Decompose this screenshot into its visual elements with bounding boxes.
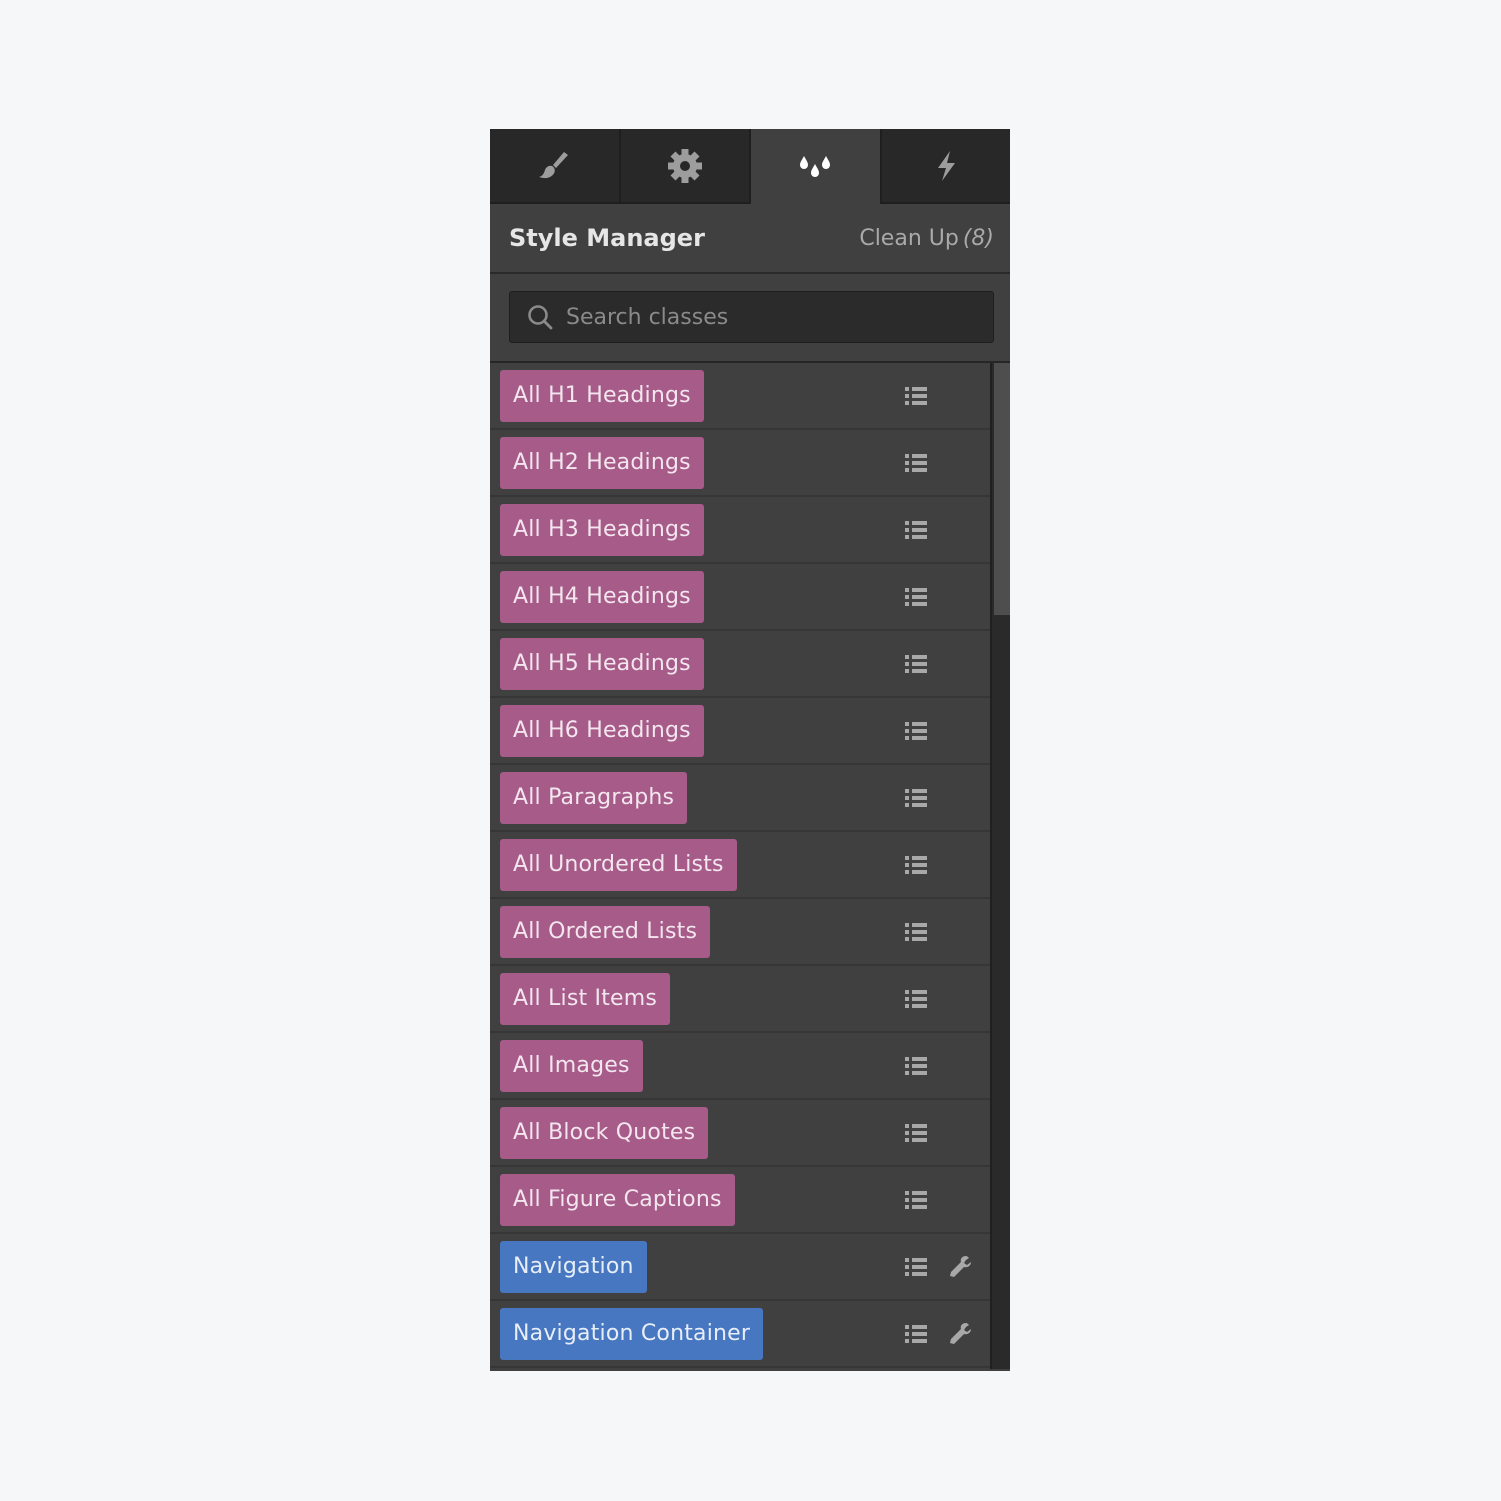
row-actions (902, 966, 930, 1031)
class-tag-combo[interactable]: Navigation (500, 1240, 647, 1293)
list-icon[interactable] (902, 985, 930, 1013)
class-row: Navigation (490, 1234, 990, 1301)
class-tag-element[interactable]: All Figure Captions (500, 1173, 735, 1226)
wrench-icon[interactable] (946, 1253, 974, 1281)
list-icon[interactable] (902, 650, 930, 678)
row-actions (902, 832, 930, 897)
list-icon[interactable] (902, 583, 930, 611)
class-tag-element[interactable]: All H1 Headings (500, 369, 704, 422)
row-actions (902, 1167, 930, 1232)
class-row: All H3 Headings (490, 497, 990, 564)
scrollbar-track[interactable] (990, 363, 1010, 1369)
list-icon[interactable] (902, 516, 930, 544)
row-actions (902, 1301, 974, 1366)
row-actions (902, 497, 930, 562)
class-tag-element[interactable]: All H2 Headings (500, 436, 704, 489)
clean-up-count: (8) (962, 225, 994, 251)
class-tag-element[interactable]: All H5 Headings (500, 637, 704, 690)
search-area (490, 274, 1010, 363)
class-row: All Unordered Lists (490, 832, 990, 899)
tab-interactions[interactable] (881, 129, 1010, 204)
list-icon[interactable] (902, 1253, 930, 1281)
lightning-icon (937, 150, 955, 181)
style-manager-panel: Style Manager Clean Up(8) All H1 Heading… (490, 129, 1010, 1371)
clean-up-button[interactable]: Clean Up (8) (859, 226, 994, 251)
scrollbar-thumb[interactable] (994, 363, 1010, 615)
row-actions (902, 1234, 974, 1299)
class-row: All Ordered Lists (490, 899, 990, 966)
list-icon[interactable] (902, 1186, 930, 1214)
class-row: All H2 Headings (490, 430, 990, 497)
panel-header: Style Manager Clean Up (8) (490, 204, 1010, 274)
class-tag-element[interactable]: All Images (500, 1039, 643, 1092)
search-classes-input[interactable] (564, 303, 968, 331)
search-box[interactable] (509, 291, 994, 343)
row-actions (902, 765, 930, 830)
class-tag-element[interactable]: All H3 Headings (500, 503, 704, 556)
search-icon (528, 305, 553, 330)
gear-icon (667, 148, 702, 183)
droplets-icon (800, 155, 831, 177)
class-row: Navigation Container (490, 1301, 990, 1368)
class-row: All Figure Captions (490, 1167, 990, 1234)
class-tag-element[interactable]: All H6 Headings (500, 704, 704, 757)
row-actions (902, 1033, 930, 1098)
class-row: All H4 Headings (490, 564, 990, 631)
row-actions (902, 363, 930, 428)
list-icon[interactable] (902, 918, 930, 946)
list-icon[interactable] (902, 382, 930, 410)
class-tag-element[interactable]: All Paragraphs (500, 771, 688, 824)
wrench-icon[interactable] (946, 1320, 974, 1348)
tab-settings[interactable] (620, 129, 751, 204)
panel-title: Style Manager (509, 224, 705, 252)
class-row: All Images (490, 1033, 990, 1100)
list-icon[interactable] (902, 1320, 930, 1348)
list-icon[interactable] (902, 1119, 930, 1147)
panel-tabs (490, 129, 1010, 204)
class-row: All H5 Headings (490, 631, 990, 698)
row-actions (902, 1100, 930, 1165)
class-tag-element[interactable]: All List Items (500, 972, 671, 1025)
tab-style[interactable] (490, 129, 621, 204)
class-list: All H1 Headings All H2 Headings All H3 H… (490, 363, 990, 1368)
list-icon[interactable] (902, 717, 930, 745)
list-icon[interactable] (902, 449, 930, 477)
row-actions (902, 631, 930, 696)
class-row: All List Items (490, 966, 990, 1033)
row-actions (902, 899, 930, 964)
row-actions (902, 698, 930, 763)
list-icon[interactable] (902, 784, 930, 812)
class-list-container: All H1 Headings All H2 Headings All H3 H… (490, 363, 1010, 1369)
list-icon[interactable] (902, 1052, 930, 1080)
row-actions (902, 564, 930, 629)
clean-up-label: Clean Up (859, 225, 959, 251)
class-row: All H1 Headings (490, 363, 990, 430)
row-actions (902, 430, 930, 495)
class-row: All Paragraphs (490, 765, 990, 832)
list-icon[interactable] (902, 851, 930, 879)
class-tag-element[interactable]: All Ordered Lists (500, 905, 711, 958)
paintbrush-icon (539, 151, 569, 178)
tab-style-manager[interactable] (751, 129, 882, 204)
class-row: All Block Quotes (490, 1100, 990, 1167)
class-row: All H6 Headings (490, 698, 990, 765)
class-tag-element[interactable]: All Block Quotes (500, 1106, 709, 1159)
class-tag-combo[interactable]: Navigation Container (500, 1307, 764, 1360)
class-tag-element[interactable]: All H4 Headings (500, 570, 704, 623)
class-tag-element[interactable]: All Unordered Lists (500, 838, 737, 891)
